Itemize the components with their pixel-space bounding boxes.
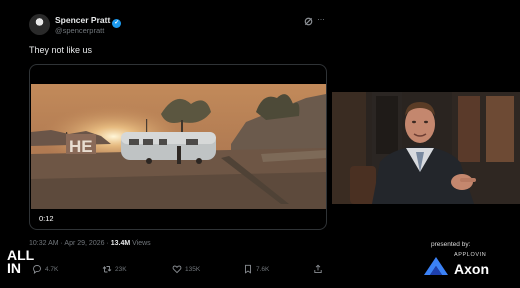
tweet-card: Spencer Pratt ✓ @spencerpratt ··· They no… (0, 0, 330, 288)
repost-count: 23K (115, 265, 127, 273)
all-in-logo: ALL IN (7, 248, 34, 276)
axon-logo-icon (424, 257, 448, 275)
heart-icon (172, 265, 182, 274)
sponsor-brand-small: APPLOVIN (454, 252, 487, 258)
views-count: 13.4M (110, 240, 131, 247)
bookmark-icon (245, 264, 251, 274)
like-count: 135K (185, 265, 201, 273)
video-player[interactable]: HE 0:12 (29, 64, 327, 230)
video-frame[interactable]: HE (31, 84, 326, 209)
reply-count: 4.7K (45, 265, 59, 273)
sponsor-label: presented by: (431, 241, 471, 248)
display-name-text[interactable]: Spencer Pratt (55, 15, 110, 25)
tweet-actions: 4.7K 23K 135K 7.6K (0, 264, 330, 278)
share-button[interactable] (313, 264, 323, 274)
verified-badge-icon: ✓ (112, 19, 122, 28)
views-label: Views (130, 240, 151, 247)
logo-line-2: IN (7, 260, 21, 276)
handle[interactable]: @spencerpratt (55, 26, 104, 35)
repost-button[interactable]: 23K (102, 264, 127, 274)
speaker-video-inset (332, 92, 520, 204)
share-icon (314, 264, 322, 274)
bookmark-count: 7.6K (256, 265, 270, 273)
like-button[interactable]: 135K (172, 264, 200, 274)
reply-button[interactable]: 4.7K (32, 264, 58, 274)
avatar[interactable] (29, 14, 50, 35)
grok-icon[interactable] (304, 17, 313, 26)
sponsor-name: Axon (454, 261, 489, 277)
bookmark-button[interactable]: 7.6K (243, 264, 269, 274)
video-timestamp: 0:12 (39, 214, 54, 223)
repost-icon (102, 265, 112, 273)
more-options-icon[interactable]: ··· (317, 15, 325, 24)
tweet-text: They not like us (29, 45, 93, 55)
tweet-timestamp[interactable]: 10:32 AM · Apr 29, 2026 · (29, 240, 111, 247)
tweet-meta: 10:32 AM · Apr 29, 2026 · 13.4M Views (29, 240, 151, 247)
svg-text:HE: HE (69, 137, 93, 156)
